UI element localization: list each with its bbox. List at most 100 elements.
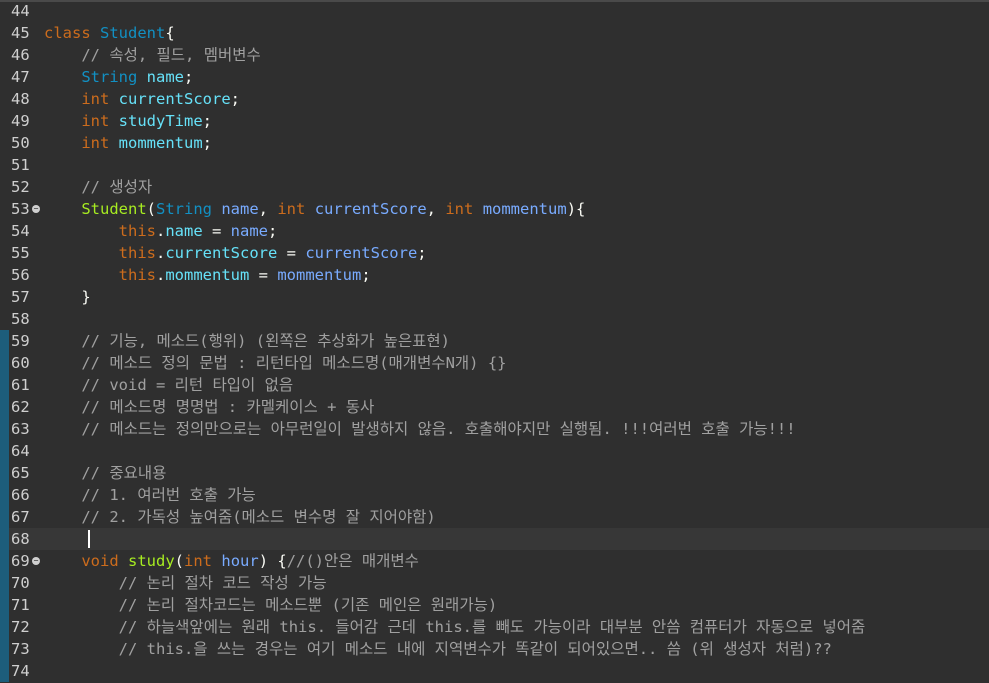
code-token: int — [81, 112, 110, 130]
line-number: 65 — [11, 464, 30, 482]
code-token: int — [184, 552, 213, 570]
code-token: name — [230, 222, 268, 240]
code-token: this — [118, 266, 156, 284]
code-line[interactable]: 63 // 메소드는 정의만으로는 아무런일이 발생하지 않음. 호출해야지만 … — [0, 418, 989, 440]
code-line[interactable]: 66 // 1. 여러번 호출 가능 — [0, 484, 989, 506]
code-token: String — [156, 200, 212, 218]
code-line[interactable]: 74 — [0, 660, 989, 682]
code-line[interactable]: 51 — [0, 154, 989, 176]
code-line[interactable]: 65 // 중요내용 — [0, 462, 989, 484]
code-line[interactable]: 54 this.name = name; — [0, 220, 989, 242]
code-line[interactable]: 69− void study(int hour) {//()안은 매개변수 — [0, 550, 989, 572]
code-token: // 메소드명 명명법 : 카멜케이스 + 동사 — [44, 398, 375, 416]
fold-toggle-icon[interactable]: − — [32, 557, 40, 565]
code-line[interactable]: 58 — [0, 308, 989, 330]
line-number: 68 — [11, 530, 30, 548]
code-text: // 메소드명 명명법 : 카멜케이스 + 동사 — [44, 396, 374, 418]
code-token: currentScore — [305, 244, 418, 262]
code-token: void — [81, 552, 119, 570]
code-token: . — [155, 244, 166, 262]
code-line[interactable]: 73 // this.을 쓰는 경우는 여기 메소드 내에 지역변수가 똑같이 … — [0, 638, 989, 660]
fold-toggle-icon[interactable]: − — [32, 205, 40, 213]
code-line[interactable]: 72 // 하늘색앞에는 원래 this. 들어감 근데 this.를 빼도 가… — [0, 616, 989, 638]
line-number: 55 — [11, 244, 30, 262]
code-line[interactable]: 60 // 메소드 정의 문법 : 리턴타입 메소드명(매개변수N개) {} — [0, 352, 989, 374]
code-line[interactable]: 53− Student(String name, int currentScor… — [0, 198, 989, 220]
code-editor[interactable]: 44 45 class Student{46 // 속성, 필드, 멤버변수 47 S… — [0, 0, 989, 683]
code-token: Student — [100, 24, 166, 42]
code-line[interactable]: 68 — [0, 528, 989, 550]
line-number: 61 — [11, 376, 30, 394]
line-number: 46 — [11, 46, 30, 64]
code-text: this.name = name; — [44, 220, 278, 242]
code-token: , — [258, 200, 278, 218]
line-number: 47 — [11, 68, 30, 86]
code-line[interactable]: 71 // 논리 절차코드는 메소드뿐 (기존 메인은 원래가능) — [0, 594, 989, 616]
line-number: 54 — [11, 222, 30, 240]
code-line[interactable]: 50 int mommentum; — [0, 132, 989, 154]
code-line[interactable]: 59 // 기능, 메소드(행위) (왼쪽은 추상화가 높은표현) — [0, 330, 989, 352]
code-token: // 논리 절차 코드 작성 가능 — [44, 574, 327, 592]
code-token: ; — [417, 244, 427, 262]
code-text: Student(String name, int currentScore, i… — [44, 198, 585, 220]
code-line[interactable]: 61 // void = 리턴 타입이 없음 — [0, 374, 989, 396]
code-token: mommentum — [165, 266, 250, 284]
code-text: // 중요내용 — [44, 462, 166, 484]
code-line[interactable]: 44 — [0, 2, 989, 22]
code-text: void study(int hour) {//()안은 매개변수 — [44, 550, 419, 572]
code-line[interactable]: 47 String name; — [0, 66, 989, 88]
line-number: 73 — [11, 640, 30, 658]
code-token: ; — [202, 134, 213, 152]
code-line[interactable]: 64 — [0, 440, 989, 462]
code-text: int studyTime; — [44, 110, 212, 132]
code-token: { — [165, 24, 175, 42]
code-token: //()안은 매개변수 — [286, 552, 419, 570]
code-token: class — [44, 24, 100, 42]
code-line[interactable]: 57 } — [0, 286, 989, 308]
code-token: currentScore — [165, 244, 278, 262]
line-number: 59 — [11, 332, 30, 350]
code-token: mommentum — [277, 266, 362, 284]
line-number: 63 — [11, 420, 30, 438]
line-number: 58 — [11, 310, 30, 328]
code-line[interactable]: 46 // 속성, 필드, 멤버변수 — [0, 44, 989, 66]
code-text: // 하늘색앞에는 원래 this. 들어감 근데 this.를 빼도 가능이라… — [44, 616, 866, 638]
line-number: 48 — [11, 90, 30, 108]
text-caret — [88, 530, 90, 548]
code-line[interactable]: 56 this.mommentum = mommentum; — [0, 264, 989, 286]
code-token: // 메소드 정의 문법 : 리턴타입 메소드명(매개변수N개) {} — [44, 354, 507, 372]
code-line[interactable]: 55 this.currentScore = currentScore; — [0, 242, 989, 264]
line-number: 67 — [11, 508, 30, 526]
code-token: ; — [230, 90, 240, 108]
code-text: // 논리 절차코드는 메소드뿐 (기존 메인은 원래가능) — [44, 594, 498, 616]
code-text: // 2. 가독성 높여줌(메소드 변수명 잘 지어야함) — [44, 506, 436, 528]
code-token: name — [221, 200, 259, 218]
line-number: 44 — [11, 2, 30, 20]
code-line[interactable]: 52 // 생성자 — [0, 176, 989, 198]
line-number: 56 — [11, 266, 30, 284]
code-token: ) { — [258, 552, 287, 570]
code-line[interactable]: 62 // 메소드명 명명법 : 카멜케이스 + 동사 — [0, 396, 989, 418]
code-token: this — [118, 244, 156, 262]
code-token: // 메소드는 정의만으로는 아무런일이 발생하지 않음. 호출해야지만 실행됨… — [44, 420, 796, 438]
code-token: , — [426, 200, 446, 218]
code-text: // 논리 절차 코드 작성 가능 — [44, 572, 327, 594]
code-token: // 2. 가독성 높여줌(메소드 변수명 잘 지어야함) — [44, 508, 436, 526]
code-line[interactable]: 49 int studyTime; — [0, 110, 989, 132]
code-token: int — [277, 200, 306, 218]
code-line[interactable]: 45 class Student{ — [0, 22, 989, 44]
code-line[interactable]: 70 // 논리 절차 코드 작성 가능 — [0, 572, 989, 594]
code-token: } — [44, 288, 91, 306]
code-token: // this.을 쓰는 경우는 여기 메소드 내에 지역변수가 똑같이 되어있… — [44, 640, 832, 658]
code-line[interactable]: 67 // 2. 가독성 높여줌(메소드 변수명 잘 지어야함) — [0, 506, 989, 528]
code-token: study — [128, 552, 175, 570]
code-text: // 1. 여러번 호출 가능 — [44, 484, 256, 506]
code-line[interactable]: 48 int currentScore; — [0, 88, 989, 110]
